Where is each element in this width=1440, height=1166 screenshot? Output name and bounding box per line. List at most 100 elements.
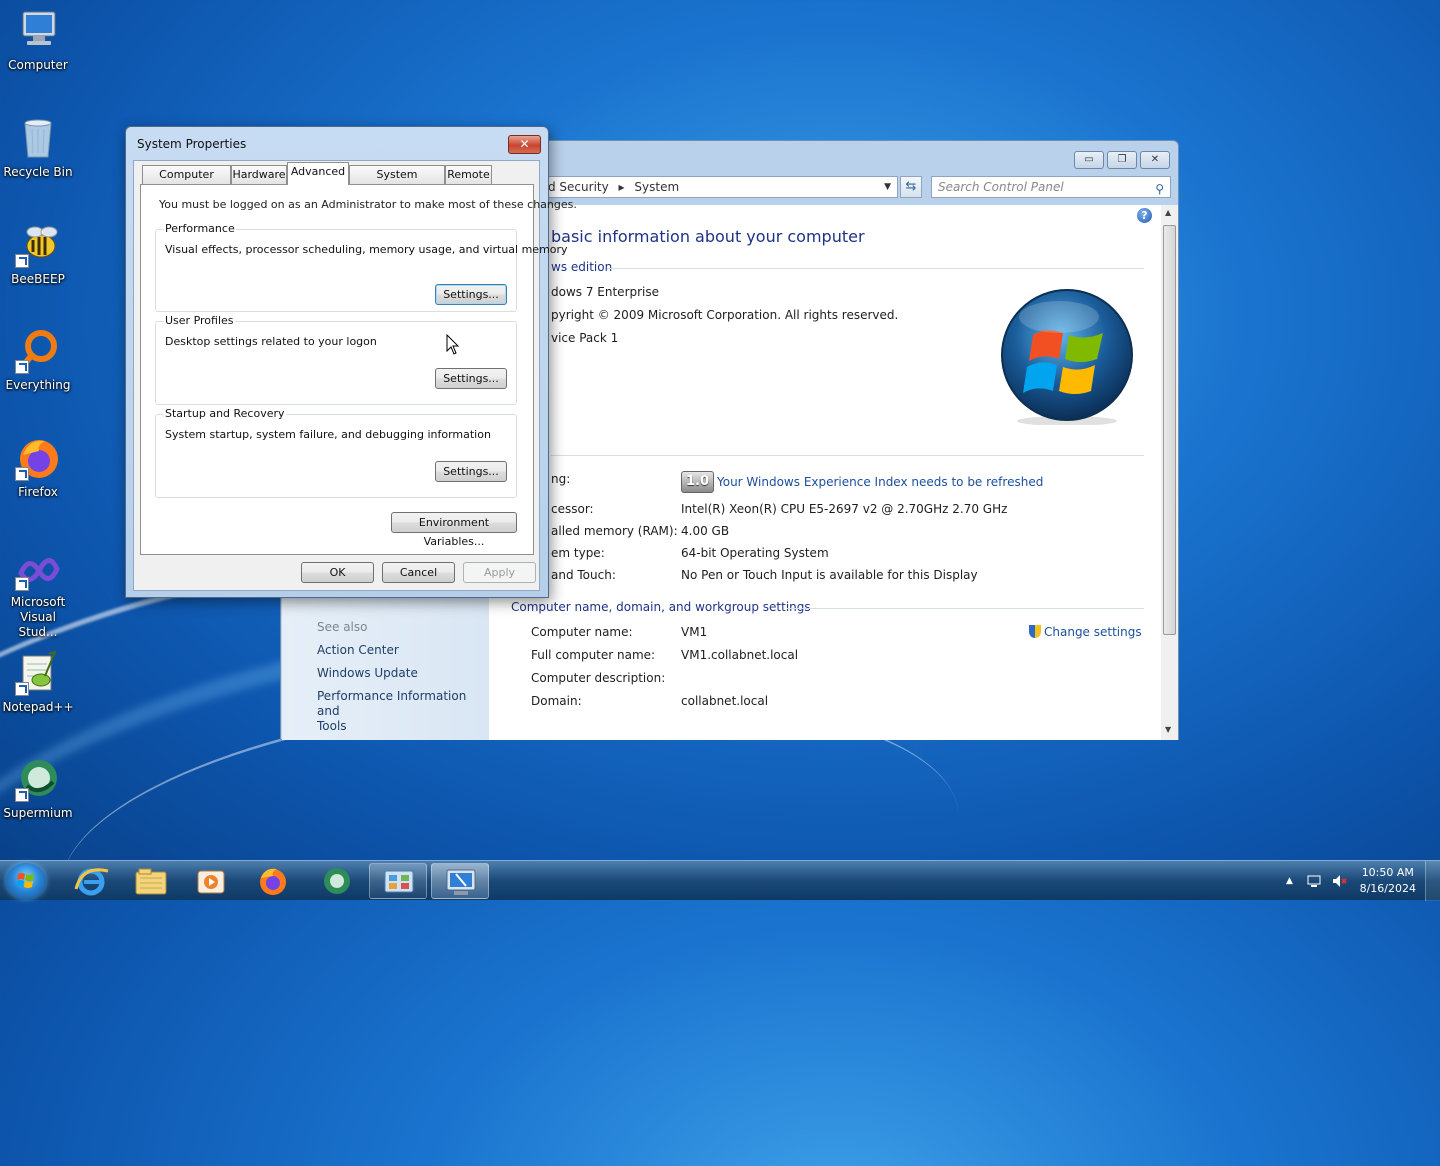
user-profiles-group: User Profiles Desktop settings related t… <box>155 314 517 405</box>
desktop-icon-beebeep[interactable]: BeeBEEP <box>0 222 76 287</box>
dialog-close-button[interactable]: ✕ <box>508 135 541 154</box>
everything-icon <box>15 328 61 374</box>
performance-info-line1: Performance Information and <box>317 689 467 718</box>
close-button[interactable]: ✕ <box>1140 151 1170 169</box>
desktop-icon-everything[interactable]: Everything <box>0 328 76 393</box>
close-icon: ✕ <box>519 137 530 151</box>
experience-index-link[interactable]: Your Windows Experience Index needs to b… <box>717 475 1043 489</box>
shortcut-arrow-icon <box>15 254 29 268</box>
show-hidden-icons-button[interactable]: ▲ <box>1286 876 1293 886</box>
breadcrumb-system[interactable]: System <box>634 180 679 194</box>
search-icon[interactable]: ⚲ <box>1155 179 1164 199</box>
system-properties-icon <box>446 869 476 895</box>
minimize-button[interactable]: ▭ <box>1074 151 1104 169</box>
show-desktop-button[interactable] <box>1425 861 1440 901</box>
vertical-scrollbar[interactable]: ▲ ▼ <box>1161 205 1178 740</box>
tab-remote[interactable]: Remote <box>445 165 492 184</box>
system-type-value: 64-bit Operating System <box>681 546 829 560</box>
action-center-link[interactable]: Action Center <box>317 643 399 658</box>
apply-button[interactable]: Apply <box>463 562 536 583</box>
startup-recovery-settings-button[interactable]: Settings... <box>435 461 507 482</box>
taskbar-internet-explorer[interactable] <box>62 863 120 899</box>
system-clock[interactable]: 10:50 AM 8/16/2024 <box>1360 865 1416 897</box>
computer-icon <box>15 8 61 54</box>
taskbar-supermium[interactable] <box>307 863 365 899</box>
startup-recovery-title: Startup and Recovery <box>164 407 286 420</box>
volume-muted-icon[interactable] <box>1331 873 1347 892</box>
internet-explorer-icon <box>74 868 109 896</box>
memory-label: alled memory (RAM): <box>551 524 678 538</box>
shortcut-arrow-icon <box>15 682 29 696</box>
section-divider <box>787 608 1144 609</box>
supermium-icon <box>324 868 350 894</box>
notepadpp-icon <box>15 650 61 696</box>
domain-value: collabnet.local <box>681 694 769 708</box>
network-icon[interactable] <box>1306 873 1322 892</box>
taskbar: ▲ 10:50 AM 8/16/2024 <box>0 860 1440 901</box>
pen-touch-value: No Pen or Touch Input is available for t… <box>681 568 978 582</box>
desktop-icon-supermium[interactable]: Supermium <box>0 756 76 821</box>
taskbar-control-panel[interactable] <box>369 863 427 899</box>
section-divider <box>607 268 1144 269</box>
full-computer-name-label: Full computer name: <box>531 648 656 662</box>
performance-settings-button[interactable]: Settings... <box>435 284 507 305</box>
desktop-icon-firefox[interactable]: Firefox <box>0 435 76 500</box>
computer-description-label: Computer description: <box>531 671 666 685</box>
windows-update-link[interactable]: Windows Update <box>317 666 418 681</box>
experience-index-badge: 1.0 <box>681 471 714 493</box>
explorer-icon <box>135 868 167 895</box>
desktop-icon-visual-studio[interactable]: Microsoft Visual Stud... <box>0 553 76 640</box>
advanced-tab-page: You must be logged on as an Administrato… <box>140 184 577 555</box>
dialog-title: System Properties <box>137 137 247 151</box>
tab-hardware[interactable]: Hardware <box>231 165 287 184</box>
start-button[interactable] <box>6 863 46 899</box>
maximize-button[interactable]: ❐ <box>1107 151 1137 169</box>
search-input[interactable]: Search Control Panel ⚲ <box>931 176 1171 198</box>
desktop-icon-computer[interactable]: Computer <box>0 8 76 73</box>
help-icon[interactable]: ? <box>1137 208 1152 223</box>
cancel-button[interactable]: Cancel <box>382 562 455 583</box>
refresh-button[interactable]: ⇆ <box>900 176 922 198</box>
uac-shield-icon <box>1029 625 1041 638</box>
user-profiles-title: User Profiles <box>164 314 235 327</box>
section-divider <box>551 455 1144 456</box>
desktop-icon-recycle-bin[interactable]: Recycle Bin <box>0 115 76 180</box>
computer-section-label: Computer name, domain, and workgroup set… <box>511 600 811 614</box>
taskbar-explorer[interactable] <box>122 863 180 899</box>
breadcrumb-separator-icon: ▸ <box>618 180 625 194</box>
change-settings-link[interactable]: Change settings <box>1029 625 1142 639</box>
beebeep-icon <box>15 222 61 268</box>
edition-section-label: ws edition <box>551 260 613 274</box>
windows-logo <box>999 289 1135 426</box>
control-panel-icon <box>384 870 414 893</box>
taskbar-firefox[interactable] <box>244 863 302 899</box>
environment-variables-button[interactable]: Environment Variables... <box>391 512 517 548</box>
performance-info-link[interactable]: Performance Information and Tools <box>317 689 489 734</box>
ok-button[interactable]: OK <box>301 562 374 583</box>
breadcrumb-security[interactable]: d Security <box>548 180 609 194</box>
mouse-cursor-icon <box>446 333 460 359</box>
system-type-label: em type: <box>551 546 605 560</box>
service-pack: vice Pack 1 <box>551 331 619 345</box>
firefox-icon <box>15 435 61 481</box>
scroll-up-icon[interactable]: ▲ <box>1165 208 1171 217</box>
tab-advanced[interactable]: Advanced <box>287 162 349 185</box>
scroll-down-icon[interactable]: ▼ <box>1165 725 1171 734</box>
clock-time: 10:50 AM <box>1361 866 1414 879</box>
shortcut-arrow-icon <box>15 788 29 802</box>
address-dropdown-icon[interactable]: ▼ <box>884 177 891 197</box>
taskbar-media-player[interactable] <box>182 863 240 899</box>
tab-system-protection[interactable]: System Protection <box>349 165 445 199</box>
dialog-client: Computer Name Hardware Advanced System P… <box>133 160 577 591</box>
scroll-thumb[interactable] <box>1163 225 1176 635</box>
tab-computer-name[interactable]: Computer Name <box>142 165 231 199</box>
full-computer-name-value: VM1.collabnet.local <box>681 648 799 662</box>
desktop-icon-notepadpp[interactable]: Notepad++ <box>0 650 76 715</box>
taskbar-system-properties[interactable] <box>431 863 489 899</box>
search-placeholder: Search Control Panel <box>938 180 1064 194</box>
domain-label: Domain: <box>531 694 582 708</box>
main-pane: basic information about your computer ws… <box>489 205 1161 740</box>
user-profiles-settings-button[interactable]: Settings... <box>435 368 507 389</box>
address-bar[interactable]: d Security ▸ System ▼ <box>543 176 898 198</box>
user-profiles-desc: Desktop settings related to your logon <box>165 335 377 348</box>
